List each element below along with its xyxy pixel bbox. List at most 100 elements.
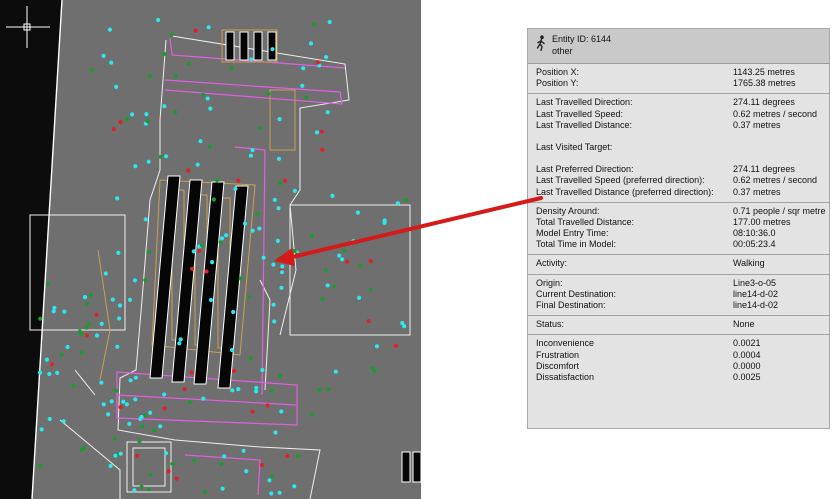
- pedestrian-dot[interactable]: [393, 343, 398, 348]
- pedestrian-dot[interactable]: [265, 403, 270, 408]
- pedestrian-dot[interactable]: [218, 240, 223, 245]
- pedestrian-dot[interactable]: [38, 463, 43, 468]
- pedestrian-dot[interactable]: [84, 301, 89, 306]
- pedestrian-dot[interactable]: [170, 461, 175, 466]
- pedestrian-dot[interactable]: [210, 260, 215, 265]
- pedestrian-dot[interactable]: [229, 66, 234, 71]
- pedestrian-dot[interactable]: [248, 153, 253, 158]
- pedestrian-dot[interactable]: [330, 193, 335, 198]
- pedestrian-dot[interactable]: [143, 217, 148, 222]
- pedestrian-dot[interactable]: [106, 412, 111, 417]
- pedestrian-dot[interactable]: [59, 352, 64, 357]
- pedestrian-dot[interactable]: [148, 74, 153, 79]
- pedestrian-dot[interactable]: [144, 112, 149, 117]
- pedestrian-dot[interactable]: [395, 201, 400, 206]
- pedestrian-dot[interactable]: [309, 412, 315, 417]
- pedestrian-dot[interactable]: [342, 248, 347, 253]
- pedestrian-dot[interactable]: [292, 484, 297, 489]
- pedestrian-dot[interactable]: [103, 271, 108, 276]
- pedestrian-dot[interactable]: [146, 487, 151, 492]
- pedestrian-dot[interactable]: [178, 337, 183, 342]
- pedestrian-dot[interactable]: [351, 239, 356, 244]
- pedestrian-dot[interactable]: [101, 402, 106, 407]
- pedestrian-dot[interactable]: [115, 344, 120, 349]
- pedestrian-dot[interactable]: [117, 316, 122, 321]
- pedestrian-dot[interactable]: [219, 461, 224, 467]
- pedestrian-dot[interactable]: [44, 357, 50, 362]
- pedestrian-dot[interactable]: [117, 303, 123, 308]
- pedestrian-dot[interactable]: [222, 454, 227, 459]
- pedestrian-dot[interactable]: [162, 406, 167, 411]
- pedestrian-dot[interactable]: [204, 269, 209, 274]
- pedestrian-dot[interactable]: [55, 370, 60, 375]
- pedestrian-dot[interactable]: [271, 302, 276, 307]
- pedestrian-dot[interactable]: [270, 474, 275, 479]
- pedestrian-dot[interactable]: [182, 387, 187, 392]
- pedestrian-dot[interactable]: [320, 297, 325, 302]
- pedestrian-dot[interactable]: [283, 178, 288, 183]
- pedestrian-dot[interactable]: [118, 451, 123, 456]
- simulation-viewport[interactable]: [0, 0, 421, 499]
- pedestrian-dot[interactable]: [191, 249, 196, 254]
- pedestrian-dot[interactable]: [326, 387, 331, 392]
- pedestrian-dot[interactable]: [84, 325, 89, 330]
- pedestrian-dot[interactable]: [250, 148, 255, 153]
- pedestrian-dot[interactable]: [121, 399, 126, 404]
- pedestrian-dot[interactable]: [164, 154, 169, 159]
- pedestrian-dot[interactable]: [109, 399, 114, 404]
- pedestrian-dot[interactable]: [173, 110, 178, 115]
- pedestrian-dot[interactable]: [308, 41, 314, 46]
- pedestrian-dot[interactable]: [158, 424, 163, 429]
- pedestrian-dot[interactable]: [269, 388, 274, 393]
- pedestrian-dot[interactable]: [211, 197, 216, 202]
- pedestrian-dot[interactable]: [174, 476, 179, 481]
- pedestrian-dot[interactable]: [88, 292, 94, 297]
- pedestrian-dot[interactable]: [300, 83, 305, 88]
- pedestrian-dot[interactable]: [230, 388, 235, 393]
- pedestrian-dot[interactable]: [112, 436, 118, 441]
- pedestrian-dot[interactable]: [301, 66, 306, 71]
- pedestrian-dot[interactable]: [314, 130, 320, 135]
- pedestrian-dot[interactable]: [162, 392, 167, 397]
- pedestrian-dot[interactable]: [325, 283, 330, 288]
- pedestrian-dot[interactable]: [156, 17, 161, 23]
- pedestrian-dot[interactable]: [143, 278, 148, 283]
- pedestrian-dot[interactable]: [317, 387, 322, 392]
- pedestrian-dot[interactable]: [169, 32, 174, 37]
- pedestrian-dot[interactable]: [107, 27, 112, 32]
- pedestrian-dot[interactable]: [279, 285, 284, 290]
- pedestrian-dot[interactable]: [242, 221, 248, 226]
- pedestrian-dot[interactable]: [47, 416, 52, 422]
- pedestrian-dot[interactable]: [215, 178, 220, 183]
- pedestrian-dot[interactable]: [189, 370, 194, 375]
- pedestrian-dot[interactable]: [62, 309, 67, 314]
- pedestrian-dot[interactable]: [113, 388, 118, 393]
- pedestrian-dot[interactable]: [140, 424, 145, 429]
- pedestrian-dot[interactable]: [358, 263, 363, 268]
- pedestrian-dot[interactable]: [403, 197, 408, 202]
- pedestrian-dot[interactable]: [189, 266, 195, 271]
- pedestrian-dot[interactable]: [327, 19, 332, 25]
- pedestrian-dot[interactable]: [132, 488, 137, 493]
- pedestrian-dot[interactable]: [38, 316, 43, 321]
- pedestrian-dot[interactable]: [87, 321, 92, 326]
- pedestrian-dot[interactable]: [369, 287, 374, 292]
- pedestrian-dot[interactable]: [94, 333, 100, 338]
- pedestrian-dot[interactable]: [197, 248, 202, 253]
- pedestrian-dot[interactable]: [247, 295, 252, 300]
- pedestrian-dot[interactable]: [266, 91, 271, 96]
- pedestrian-dot[interactable]: [261, 255, 266, 260]
- pedestrian-dot[interactable]: [277, 373, 283, 379]
- pedestrian-dot[interactable]: [139, 414, 144, 420]
- pedestrian-dot[interactable]: [355, 210, 360, 215]
- pedestrian-dot[interactable]: [201, 92, 206, 98]
- pedestrian-dot[interactable]: [71, 383, 76, 388]
- pedestrian-dot[interactable]: [148, 410, 153, 415]
- pedestrian-dot[interactable]: [143, 413, 148, 418]
- pedestrian-dot[interactable]: [231, 309, 236, 315]
- pedestrian-dot[interactable]: [320, 147, 325, 152]
- pedestrian-dot[interactable]: [133, 164, 138, 169]
- pedestrian-dot[interactable]: [277, 490, 282, 495]
- pedestrian-dot[interactable]: [61, 419, 66, 424]
- pedestrian-dot[interactable]: [133, 397, 138, 402]
